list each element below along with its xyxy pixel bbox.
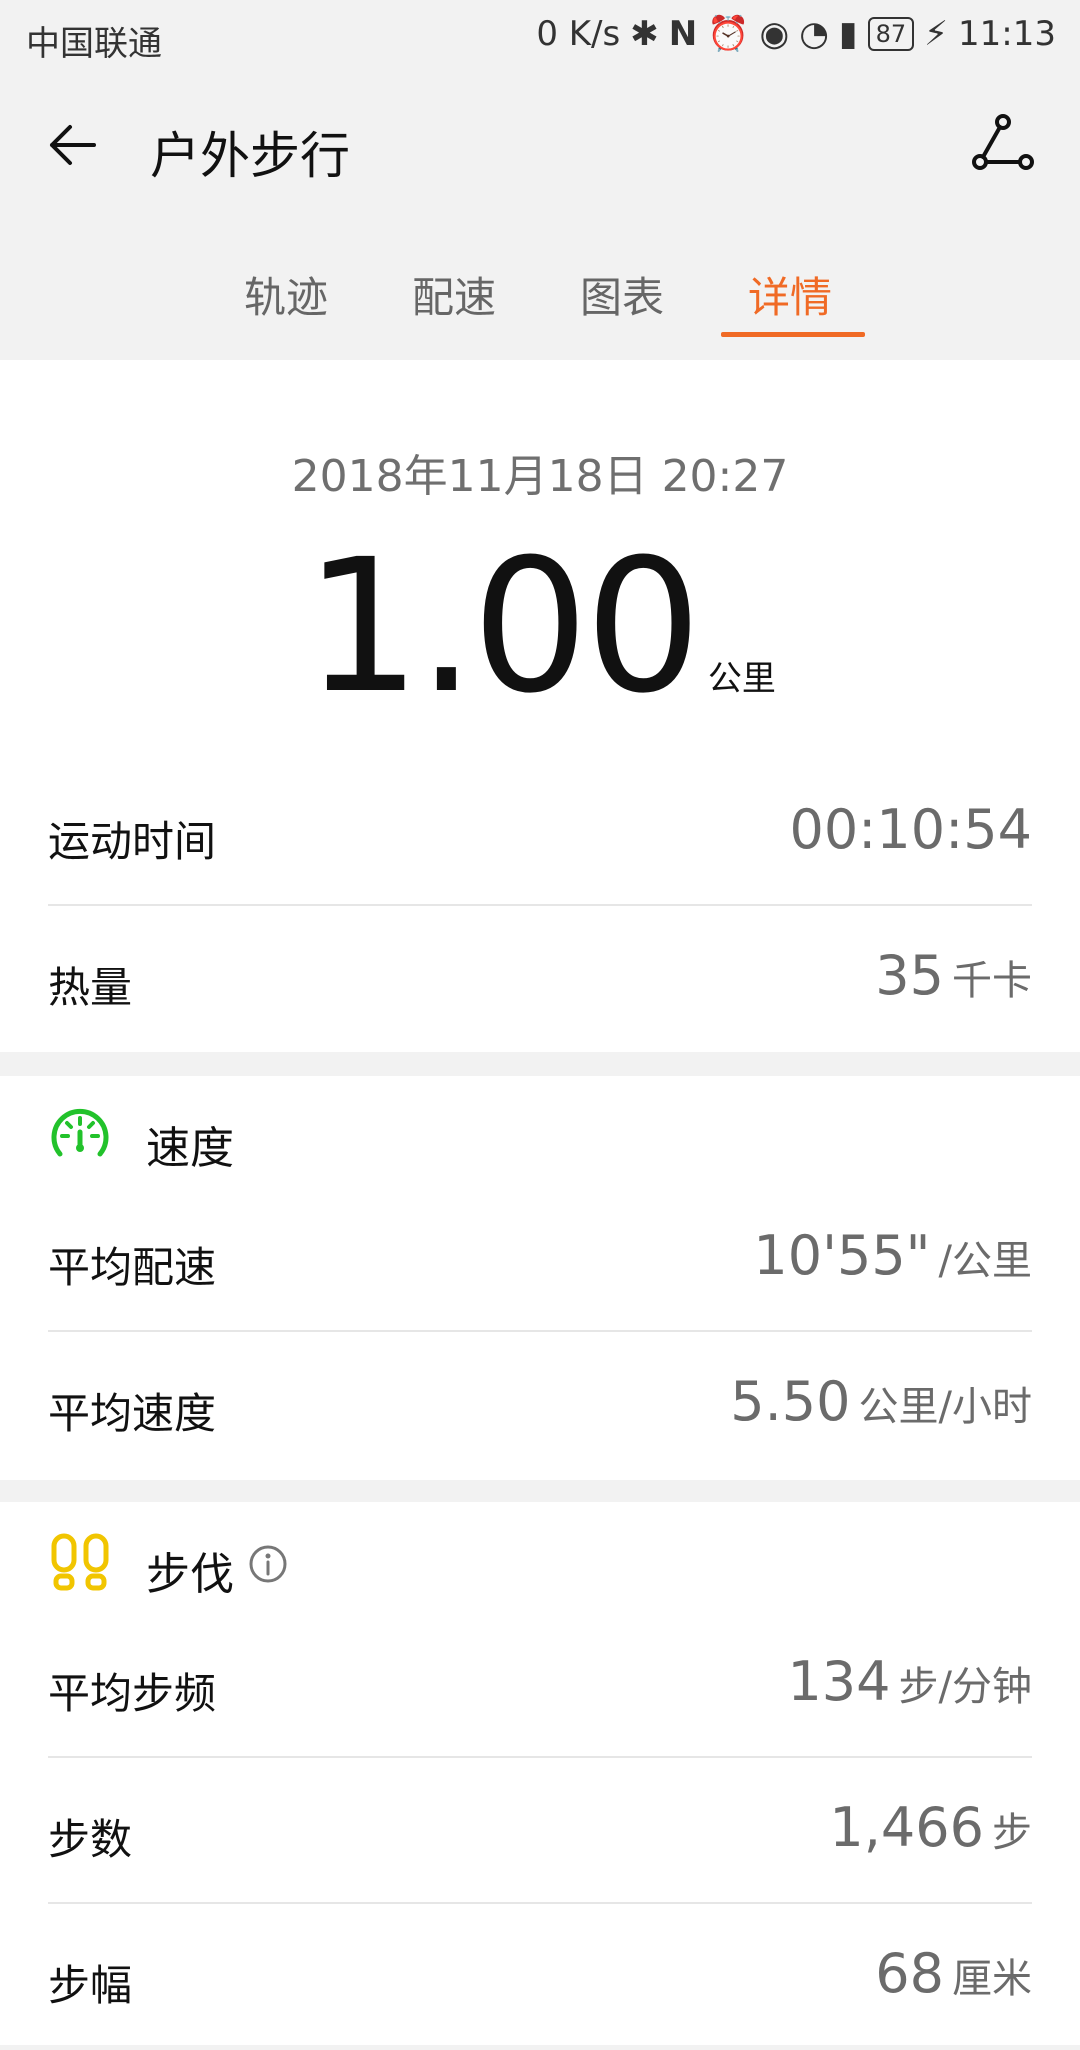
steps-section-title: 步伐 <box>146 1549 234 1600</box>
step-count-value-group: 1,466 步 <box>829 1796 1032 1859</box>
workout-datetime: 2018年11月18日 20:27 <box>291 451 789 502</box>
duration-value-group: 00:10:54 <box>789 798 1032 861</box>
step-count-unit: 步 <box>992 1810 1032 1856</box>
tab-track[interactable]: 轨迹 <box>244 264 328 325</box>
header: 户外步行 <box>0 74 1080 224</box>
avg-pace-value-group: 10'55" /公里 <box>753 1224 1032 1287</box>
duration-value: 00:10:54 <box>789 798 1032 861</box>
battery-indicator: 87 <box>867 17 915 51</box>
duration-row: 运动时间 00:10:54 <box>48 760 1032 906</box>
bluetooth-icon: ✱ <box>630 14 659 54</box>
nfc-icon: N <box>668 14 698 54</box>
page-title: 户外步行 <box>150 127 350 185</box>
calories-value: 35 <box>875 944 944 1007</box>
alarm-icon: ⏰ <box>707 14 750 54</box>
speed-section-title: 速度 <box>146 1123 234 1174</box>
steps-section-header: 步伐 <box>48 1502 1032 1622</box>
steps-card: 步伐 平均步频 134 步/分钟 步数 1,466 步 步幅 68 厘米 <box>0 1502 1080 2045</box>
cadence-value: 134 <box>787 1650 891 1713</box>
cadence-row: 平均步频 134 步/分钟 <box>48 1612 1032 1758</box>
network-speed: 0 K/s <box>536 14 621 54</box>
step-count-label: 步数 <box>48 1815 133 1864</box>
avg-pace-label: 平均配速 <box>48 1243 217 1292</box>
status-right: 0 K/s ✱ N ⏰ ◉ ◔ ▮ 87 ⚡ 11:13 <box>536 14 1056 54</box>
calories-row: 热量 35 千卡 <box>48 906 1032 1052</box>
wifi-icon: ◔ <box>799 14 829 54</box>
avg-pace-unit: /公里 <box>938 1238 1032 1284</box>
clock: 11:13 <box>958 14 1056 54</box>
tab-pace[interactable]: 配速 <box>412 264 496 325</box>
calories-value-group: 35 千卡 <box>875 944 1032 1007</box>
summary-card: 2018年11月18日 20:27 1.00 公里 运动时间 00:10:54 热… <box>0 360 1080 1052</box>
speedometer-icon <box>51 1108 109 1157</box>
stride-label: 步幅 <box>48 1961 133 2010</box>
signal-icon: ▮ <box>838 14 858 54</box>
avg-speed-value: 5.50 <box>730 1370 851 1433</box>
avg-pace-value: 10'55" <box>753 1224 931 1287</box>
step-count-value: 1,466 <box>829 1796 984 1859</box>
tab-details[interactable]: 详情 <box>748 264 832 325</box>
back-arrow-icon[interactable] <box>42 114 104 176</box>
route-share-icon[interactable] <box>970 110 1036 176</box>
stride-unit: 厘米 <box>952 1956 1032 2002</box>
stride-row: 步幅 68 厘米 <box>48 1904 1032 2050</box>
stride-value-group: 68 厘米 <box>875 1942 1032 2005</box>
avg-speed-label: 平均速度 <box>48 1389 217 1438</box>
step-count-row: 步数 1,466 步 <box>48 1758 1032 1904</box>
distance-unit: 公里 <box>707 659 776 699</box>
tab-chart[interactable]: 图表 <box>580 264 664 325</box>
avg-speed-unit: 公里/小时 <box>858 1384 1032 1430</box>
calories-unit: 千卡 <box>952 958 1032 1004</box>
avg-speed-value-group: 5.50 公里/小时 <box>730 1370 1032 1433</box>
status-bar: 中国联通 0 K/s ✱ N ⏰ ◉ ◔ ▮ 87 ⚡ 11:13 <box>0 0 1080 74</box>
duration-label: 运动时间 <box>48 817 217 866</box>
avg-speed-row: 平均速度 5.50 公里/小时 <box>48 1332 1032 1478</box>
carrier-label: 中国联通 <box>26 24 162 64</box>
distance-display: 1.00 公里 <box>0 520 1080 734</box>
active-tab-indicator <box>721 332 865 337</box>
avg-pace-row: 平均配速 10'55" /公里 <box>48 1186 1032 1332</box>
eye-icon: ◉ <box>759 14 790 54</box>
cadence-unit: 步/分钟 <box>898 1664 1032 1710</box>
tab-bar: 轨迹 配速 图表 详情 <box>0 224 1080 360</box>
cadence-value-group: 134 步/分钟 <box>787 1650 1032 1713</box>
calories-label: 热量 <box>48 963 133 1012</box>
stride-value: 68 <box>875 1942 944 2005</box>
cadence-label: 平均步频 <box>48 1669 217 1718</box>
charging-icon: ⚡ <box>924 14 949 54</box>
info-icon[interactable] <box>248 1544 288 1584</box>
footprints-icon <box>51 1533 109 1591</box>
speed-card: 速度 平均配速 10'55" /公里 平均速度 5.50 公里/小时 <box>0 1076 1080 1480</box>
speed-section-header: 速度 <box>48 1076 1032 1196</box>
distance-value: 1.00 <box>304 520 702 734</box>
